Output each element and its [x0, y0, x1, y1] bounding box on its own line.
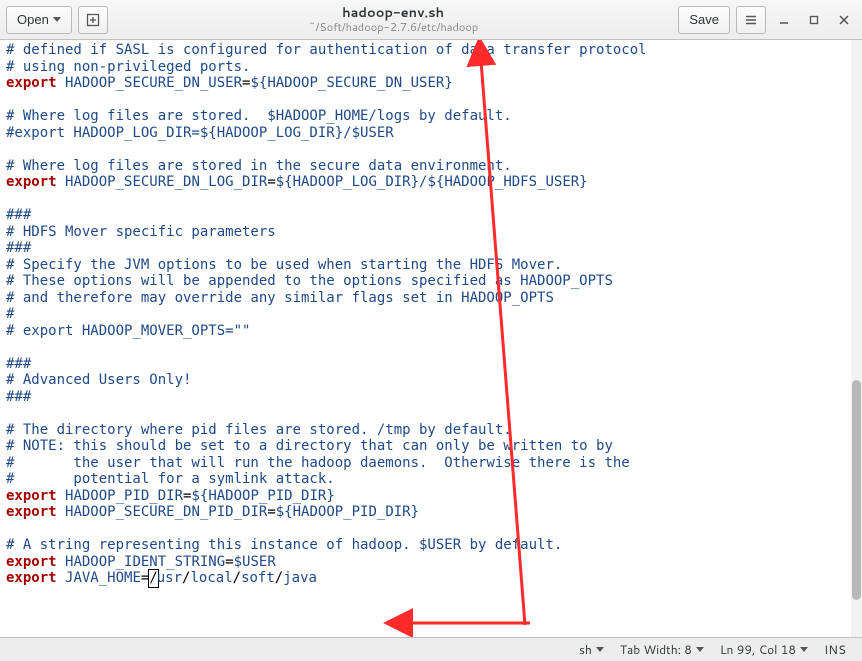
source-text[interactable]: # defined if SASL is configured for auth… — [0, 40, 862, 589]
headerbar-left: Open — [6, 6, 108, 34]
new-document-icon — [86, 13, 100, 27]
cursor-position-label: Ln 99, Col 18 — [720, 641, 796, 658]
headerbar-right: Save — [678, 6, 856, 34]
vertical-scrollbar[interactable] — [851, 40, 862, 637]
insert-mode[interactable]: INS — [816, 641, 854, 658]
cursor-position[interactable]: Ln 99, Col 18 — [712, 641, 816, 658]
chevron-down-icon — [53, 17, 61, 22]
new-tab-button[interactable] — [78, 6, 108, 34]
title-area: hadoop-env.sh ~/Soft/hadoop-2.7.6/etc/ha… — [114, 6, 673, 32]
maximize-button[interactable] — [802, 8, 826, 32]
minimize-button[interactable] — [772, 8, 796, 32]
close-button[interactable] — [832, 8, 856, 32]
chevron-down-icon — [596, 647, 604, 652]
open-button[interactable]: Open — [6, 6, 72, 34]
hamburger-icon — [744, 13, 758, 27]
chevron-down-icon — [800, 647, 808, 652]
language-selector[interactable]: sh — [571, 641, 612, 658]
editor-area[interactable]: # defined if SASL is configured for auth… — [0, 40, 862, 637]
chevron-down-icon — [696, 647, 704, 652]
scrollbar-thumb[interactable] — [852, 380, 861, 600]
tab-width-label: Tab Width: 8 — [620, 641, 692, 658]
hamburger-menu-button[interactable] — [736, 6, 766, 34]
close-icon — [838, 14, 850, 26]
minimize-icon — [778, 14, 790, 26]
tab-width-selector[interactable]: Tab Width: 8 — [612, 641, 712, 658]
window-subtitle: ~/Soft/hadoop-2.7.6/etc/hadoop — [308, 21, 478, 33]
insert-mode-label: INS — [824, 641, 846, 658]
save-label: Save — [689, 12, 719, 27]
maximize-icon — [808, 14, 820, 26]
language-label: sh — [579, 641, 592, 658]
statusbar: sh Tab Width: 8 Ln 99, Col 18 INS — [0, 637, 862, 661]
save-button[interactable]: Save — [678, 6, 730, 34]
headerbar: Open hadoop-env.sh ~/Soft/hadoop-2.7.6/e… — [0, 0, 862, 40]
open-label: Open — [17, 12, 49, 27]
